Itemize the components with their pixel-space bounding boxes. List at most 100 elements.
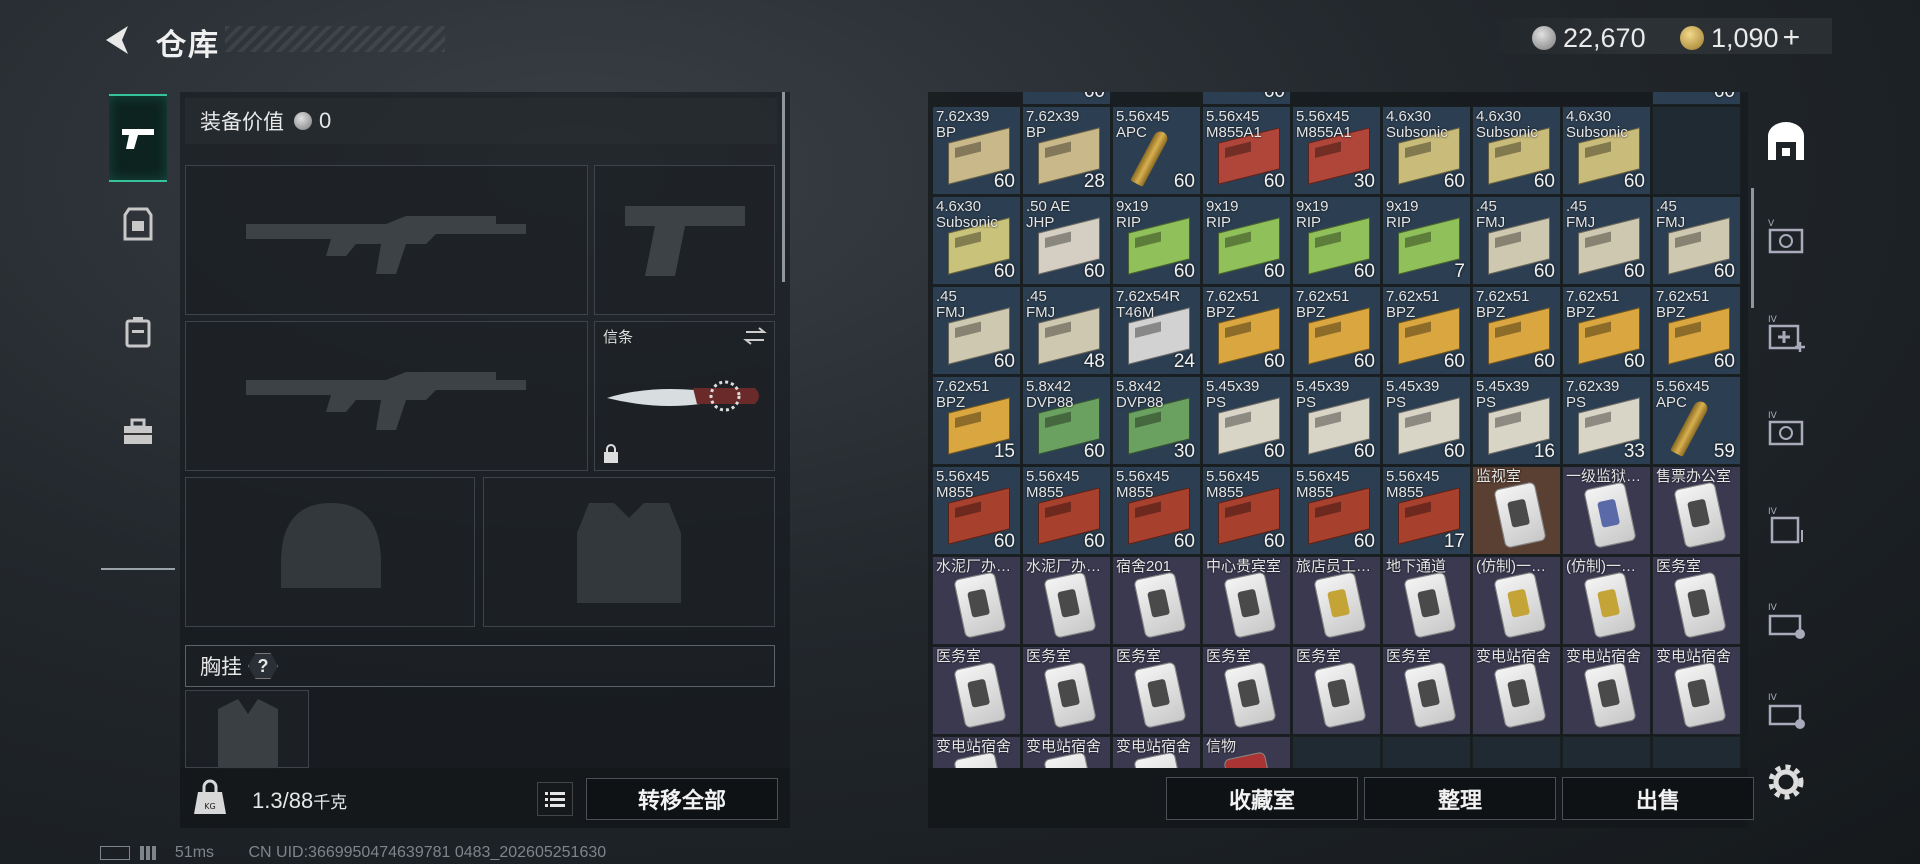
helmet-slot[interactable] <box>185 477 475 627</box>
inventory-item[interactable]: 5.56x45 M855A1 60 <box>1202 106 1291 195</box>
inventory-item[interactable]: 5.8x42 DVP88 30 <box>1112 376 1201 465</box>
tab-case[interactable] <box>109 390 167 474</box>
inventory-item[interactable]: 5.56x45 APC 59 <box>1652 376 1741 465</box>
help-button[interactable]: ? <box>248 653 278 679</box>
inventory-item[interactable]: 变电站宿舍 <box>932 736 1021 768</box>
inventory-item[interactable]: (仿制)一… <box>1472 556 1561 645</box>
inventory-item[interactable]: 5.8x42 DVP88 60 <box>1022 376 1111 465</box>
primary-weapon-slot[interactable] <box>185 165 588 315</box>
inventory-item[interactable]: 9x19 RIP 60 <box>1202 196 1291 285</box>
inventory-item[interactable]: 中心贵宾室 <box>1202 556 1291 645</box>
inventory-item[interactable]: 水泥厂办… <box>932 556 1021 645</box>
inventory-item[interactable]: 旅店员工… <box>1292 556 1381 645</box>
inventory-item[interactable]: (仿制)一… <box>1562 556 1651 645</box>
list-view-button[interactable] <box>537 782 573 816</box>
inventory-item[interactable]: 变电站宿舍 <box>1472 646 1561 735</box>
inventory-item[interactable]: 宿舍201 <box>1112 556 1201 645</box>
organize-button[interactable]: 整理 <box>1364 777 1556 820</box>
inventory-item[interactable]: 医务室 <box>1652 556 1741 645</box>
inventory-item[interactable]: 7.62x51 BPZ 60 <box>1202 286 1291 375</box>
inventory-item[interactable]: .45 FMJ 60 <box>1472 196 1561 285</box>
inventory-item[interactable]: .45 FMJ 60 <box>1562 196 1651 285</box>
melee-slot[interactable]: 信条 <box>594 321 775 471</box>
pistol-slot[interactable] <box>594 165 775 315</box>
inventory-item[interactable]: 7.62x51 BPZ 60 <box>1562 286 1651 375</box>
inventory-item[interactable]: 7.62x51 BPZ 60 <box>1472 286 1561 375</box>
ammo-storage-icon[interactable]: IV <box>1764 600 1808 644</box>
inventory-item[interactable]: 9x19 RIP 7 <box>1382 196 1471 285</box>
inventory-item[interactable]: .45 FMJ 48 <box>1022 286 1111 375</box>
empty-slot[interactable] <box>1292 736 1381 768</box>
inventory-slot[interactable]: 60 <box>1202 92 1291 105</box>
empty-slot[interactable] <box>1562 736 1651 768</box>
inventory-item[interactable]: 7.62x54R T46M 24 <box>1112 286 1201 375</box>
inventory-item[interactable]: 5.56x45 M855 60 <box>1202 466 1291 555</box>
tab-armor[interactable] <box>109 182 167 266</box>
inventory-item[interactable]: 7.62x51 BPZ 60 <box>1382 286 1471 375</box>
inventory-slot[interactable]: 60 <box>1652 92 1741 105</box>
inventory-item[interactable]: 7.62x39 BP 28 <box>1022 106 1111 195</box>
inventory-item[interactable]: 地下通道 <box>1382 556 1471 645</box>
inventory-item[interactable]: 5.56x45 M855 60 <box>1292 466 1381 555</box>
medical-storage-icon[interactable]: IV <box>1764 312 1808 356</box>
inventory-item[interactable]: 医务室 <box>1022 646 1111 735</box>
inventory-item[interactable]: 7.62x51 BPZ 15 <box>932 376 1021 465</box>
inventory-item[interactable]: 5.45x39 PS 60 <box>1202 376 1291 465</box>
empty-slot[interactable] <box>1472 736 1561 768</box>
loadout-scrollbar[interactable] <box>782 92 785 282</box>
inventory-item[interactable]: 售票办公室 <box>1652 466 1741 555</box>
inventory-item[interactable]: 7.62x39 PS 33 <box>1562 376 1651 465</box>
inventory-item[interactable]: 水泥厂办… <box>1022 556 1111 645</box>
inventory-item[interactable]: 5.56x45 M855 60 <box>932 466 1021 555</box>
document-storage-icon[interactable]: IV <box>1764 504 1808 548</box>
back-arrow-icon[interactable] <box>100 22 136 58</box>
inventory-item[interactable]: 5.45x39 PS 60 <box>1292 376 1381 465</box>
transfer-all-button[interactable]: 转移全部 <box>586 778 778 820</box>
secondary-weapon-slot[interactable] <box>185 321 588 471</box>
armor-slot[interactable] <box>483 477 775 627</box>
inventory-item[interactable]: 5.45x39 PS 60 <box>1382 376 1471 465</box>
inventory-item[interactable]: 监视室 <box>1472 466 1561 555</box>
inventory-item[interactable]: .45 FMJ 60 <box>932 286 1021 375</box>
empty-slot[interactable] <box>1382 736 1471 768</box>
inventory-item[interactable]: 7.62x39 BP 60 <box>932 106 1021 195</box>
swap-icon[interactable] <box>742 326 768 346</box>
inventory-item[interactable]: 信物 <box>1202 736 1291 768</box>
inventory-item[interactable]: .45 FMJ 60 <box>1652 196 1741 285</box>
settings-gear-icon[interactable] <box>1764 760 1808 804</box>
inventory-item[interactable]: .50 AE JHP 60 <box>1022 196 1111 285</box>
tab-backpack[interactable] <box>109 290 167 374</box>
inventory-item[interactable]: 9x19 RIP 60 <box>1292 196 1381 285</box>
inventory-item[interactable]: 变电站宿舍 <box>1022 736 1111 768</box>
inventory-item[interactable]: 一级监狱… <box>1562 466 1651 555</box>
chest-rig-slot[interactable] <box>185 690 309 769</box>
storage-expansion-icon[interactable]: V <box>1764 216 1808 260</box>
inventory-item[interactable]: 医务室 <box>1382 646 1471 735</box>
inventory-item[interactable]: 变电站宿舍 <box>1112 736 1201 768</box>
inventory-item[interactable]: 变电站宿舍 <box>1562 646 1651 735</box>
inventory-item[interactable]: 9x19 RIP 60 <box>1112 196 1201 285</box>
inventory-item[interactable]: 7.62x51 BPZ 60 <box>1652 286 1741 375</box>
safe-storage-icon[interactable]: IV <box>1764 408 1808 452</box>
inventory-item[interactable]: 医务室 <box>1202 646 1291 735</box>
inventory-slot[interactable]: 60 <box>1022 92 1111 105</box>
gear-storage-icon[interactable]: IV <box>1764 690 1808 734</box>
add-currency-button[interactable]: + <box>1783 21 1801 55</box>
inventory-item[interactable]: 医务室 <box>1112 646 1201 735</box>
inventory-item[interactable]: 4.6x30 Subsonic 60 <box>1562 106 1651 195</box>
inventory-item[interactable]: 5.56x45 M855 60 <box>1022 466 1111 555</box>
inventory-item[interactable]: 5.56x45 M855 17 <box>1382 466 1471 555</box>
inventory-item[interactable]: 医务室 <box>1292 646 1381 735</box>
inventory-item[interactable]: 医务室 <box>932 646 1021 735</box>
warehouse-home-icon[interactable] <box>1764 120 1808 164</box>
collection-room-button[interactable]: 收藏室 <box>1166 777 1358 820</box>
inventory-item[interactable]: 4.6x30 Subsonic 60 <box>932 196 1021 285</box>
empty-slot[interactable] <box>1652 106 1741 195</box>
warehouse-scrollbar[interactable] <box>1751 188 1754 308</box>
inventory-item[interactable]: 5.45x39 PS 16 <box>1472 376 1561 465</box>
empty-slot[interactable] <box>1652 736 1741 768</box>
inventory-item[interactable]: 5.56x45 M855A1 30 <box>1292 106 1381 195</box>
sell-button[interactable]: 出售 <box>1562 777 1754 820</box>
inventory-item[interactable]: 5.56x45 M855 60 <box>1112 466 1201 555</box>
inventory-item[interactable]: 4.6x30 Subsonic 60 <box>1472 106 1561 195</box>
